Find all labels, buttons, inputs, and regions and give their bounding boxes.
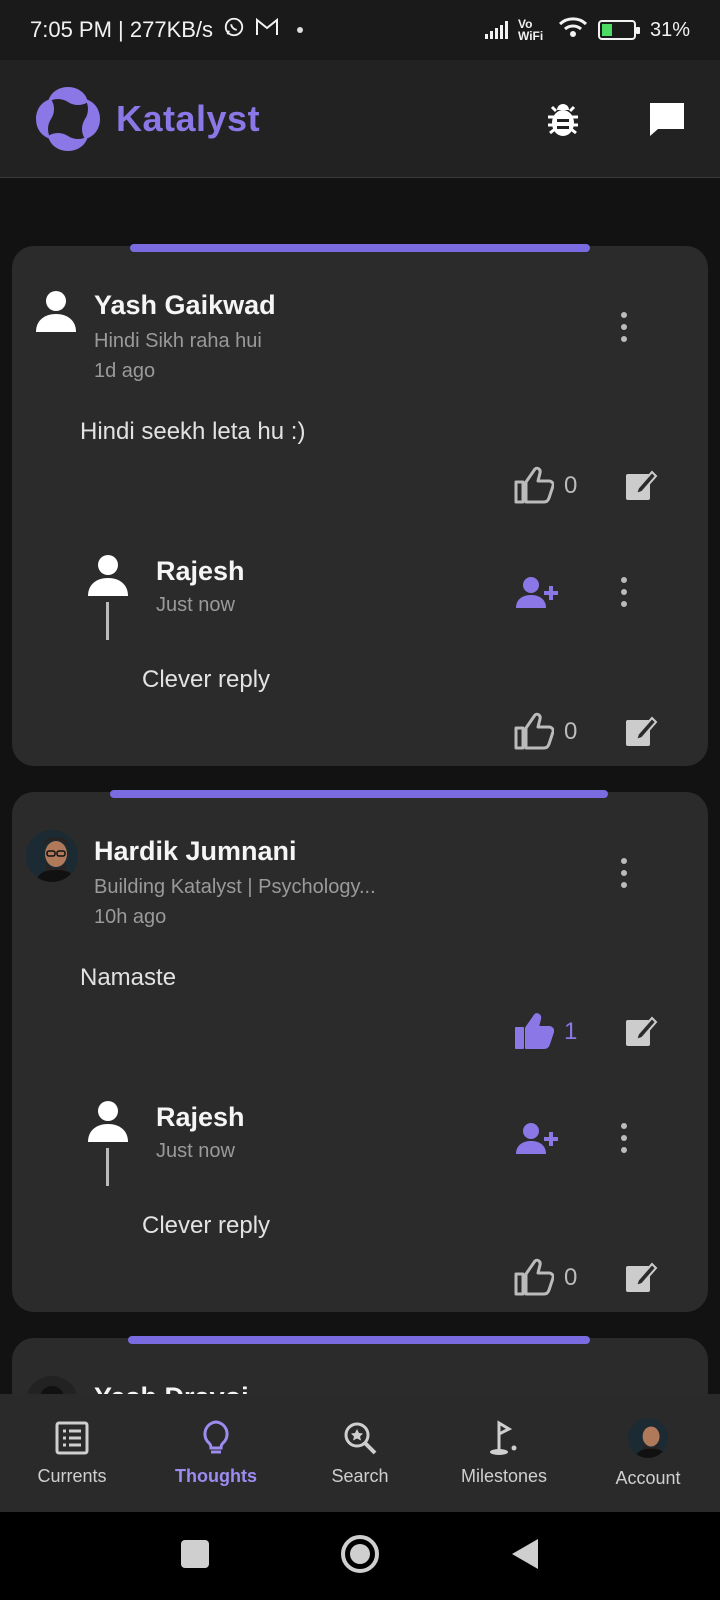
- nav-currents[interactable]: Currents: [0, 1394, 144, 1512]
- post-timestamp: 1d ago: [94, 360, 156, 382]
- golf-flag-icon: [486, 1419, 522, 1456]
- chat-button[interactable]: [646, 98, 688, 140]
- nav-label: Milestones: [460, 1465, 548, 1486]
- thread-line: [106, 602, 109, 640]
- search-icon: [342, 1420, 378, 1456]
- reply-more-options-button[interactable]: [617, 577, 631, 607]
- nav-label: Search: [331, 1465, 389, 1486]
- bug-report-button[interactable]: [542, 98, 584, 140]
- edit-icon[interactable]: [624, 1014, 658, 1048]
- reply-text: Clever reply: [142, 1212, 271, 1239]
- post-author[interactable]: Yash Dravoi: [94, 1382, 249, 1394]
- square-icon: [181, 1539, 209, 1568]
- nav-milestones[interactable]: Milestones: [432, 1394, 576, 1512]
- back-button[interactable]: [510, 1537, 540, 1576]
- thumbs-up-icon[interactable]: [514, 466, 554, 504]
- notification-dot-icon: [297, 27, 304, 33]
- author-avatar[interactable]: [26, 1376, 78, 1394]
- nav-account[interactable]: Account: [576, 1394, 720, 1512]
- post-accent-bar: [130, 244, 590, 252]
- reply-more-options-button[interactable]: [617, 1123, 631, 1153]
- katalyst-logo-icon: [36, 86, 100, 151]
- reply-like-count: 0: [564, 718, 578, 745]
- reply-timestamp: Just now: [156, 1140, 235, 1162]
- edit-icon[interactable]: [624, 468, 658, 502]
- nav-label: Currents: [37, 1465, 107, 1486]
- author-avatar[interactable]: [26, 830, 78, 882]
- bottom-navigation: Currents Thoughts Search Milestones Acco…: [0, 1394, 720, 1512]
- battery-percent: 31%: [649, 18, 690, 41]
- post-author[interactable]: Hardik Jumnani: [94, 836, 297, 867]
- chat-icon: [650, 102, 684, 136]
- post-card: Yash Dravoi: [12, 1336, 708, 1394]
- nav-label: Thoughts: [175, 1465, 257, 1486]
- post-more-options-button[interactable]: [617, 858, 631, 888]
- person-icon[interactable]: [32, 288, 80, 336]
- profile-photo: [26, 830, 78, 882]
- status-time: 7:05 PM | 277KB/s: [30, 17, 214, 42]
- home-button[interactable]: [340, 1534, 380, 1579]
- avatar: [628, 1417, 668, 1458]
- post-author[interactable]: Yash Gaikwad: [94, 290, 276, 321]
- recent-apps-button[interactable]: [180, 1539, 210, 1574]
- post-card: Hardik Jumnani Building Katalyst | Psych…: [12, 790, 708, 1312]
- app-logo[interactable]: Katalyst: [32, 83, 260, 155]
- post-card: Yash Gaikwad Hindi Sikh raha hui 1d ago …: [12, 244, 708, 766]
- thumbs-up-filled-icon[interactable]: [514, 1012, 554, 1050]
- thread-line: [106, 1148, 109, 1186]
- edit-icon[interactable]: [624, 714, 658, 748]
- reply-author[interactable]: Rajesh: [156, 556, 245, 587]
- post-text: Namaste: [80, 964, 177, 991]
- nav-thoughts[interactable]: Thoughts: [144, 1394, 288, 1512]
- system-navigation-bar: [0, 1512, 720, 1600]
- status-bar: 7:05 PM | 277KB/s Vo WiFi 31%: [0, 0, 720, 60]
- signal-icon: [484, 21, 508, 39]
- post-accent-bar: [128, 1336, 590, 1344]
- back-triangle-icon: [512, 1538, 538, 1569]
- profile-photo: [26, 1376, 78, 1394]
- reply-timestamp: Just now: [156, 594, 235, 616]
- post-text: Hindi seekh leta hu :): [80, 418, 306, 445]
- bug-icon: [548, 103, 578, 136]
- list-icon: [54, 1420, 90, 1456]
- lightbulb-icon: [198, 1419, 234, 1456]
- reply-author[interactable]: Rajesh: [156, 1102, 245, 1133]
- post-author-subtitle: Building Katalyst | Psychology...: [94, 876, 376, 898]
- nav-label: Account: [615, 1467, 681, 1488]
- thoughts-feed[interactable]: Yash Gaikwad Hindi Sikh raha hui 1d ago …: [0, 178, 720, 1394]
- like-count: 1: [564, 1018, 578, 1045]
- nav-search[interactable]: Search: [288, 1394, 432, 1512]
- add-friend-icon[interactable]: [516, 576, 558, 608]
- app-name: Katalyst: [116, 97, 261, 139]
- person-icon[interactable]: [84, 1098, 132, 1146]
- add-friend-icon[interactable]: [516, 1122, 558, 1154]
- reply-text: Clever reply: [142, 666, 271, 693]
- reply-like-count: 0: [564, 1264, 578, 1291]
- battery-icon: [597, 20, 640, 40]
- thumbs-up-icon[interactable]: [514, 712, 554, 750]
- like-count: 0: [564, 472, 578, 499]
- app-header: Katalyst: [0, 60, 720, 178]
- post-accent-bar: [110, 790, 608, 798]
- whatsapp-icon: [223, 16, 245, 44]
- vowifi-label: Vo WiFi: [517, 17, 544, 43]
- post-timestamp: 10h ago: [94, 906, 167, 928]
- thumbs-up-icon[interactable]: [514, 1258, 554, 1296]
- post-more-options-button[interactable]: [617, 312, 631, 342]
- gmail-icon: [255, 17, 279, 43]
- wifi-icon: [558, 16, 588, 44]
- home-circle-icon: [341, 1534, 379, 1573]
- post-author-subtitle: Hindi Sikh raha hui: [94, 330, 262, 352]
- person-icon[interactable]: [84, 552, 132, 600]
- edit-icon[interactable]: [624, 1260, 658, 1294]
